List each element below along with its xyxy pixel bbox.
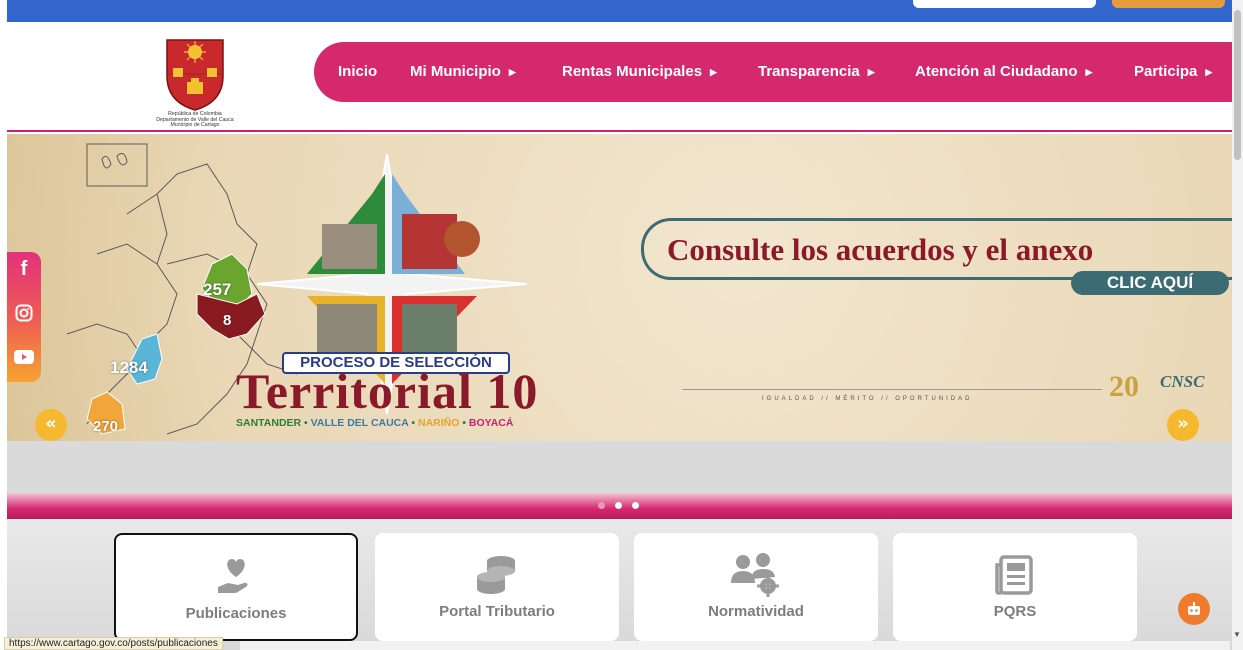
map-number: 270 [93,418,119,435]
newspaper-icon [995,555,1033,595]
nav-item-label: Rentas Municipales [562,63,703,80]
users-gear-icon [731,553,779,597]
department-separator: • [459,417,469,429]
department-name: BOYACÁ [468,417,514,429]
logo-caption-line: Municipio de Cartago [170,122,220,129]
department-name: NARIÑO [417,417,460,429]
scrollbar-thumb[interactable] [1234,10,1241,160]
card-label: Publicaciones [185,605,287,622]
nav-item-label: Mi Municipio [410,63,501,80]
card-label: Normatividad [708,603,804,620]
department-name: SANTANDER [236,417,302,429]
instagram-glyph [15,304,33,322]
topbar-button[interactable] [1112,0,1225,8]
youtube-icon[interactable] [7,340,41,374]
card-publicaciones[interactable]: Publicaciones [114,533,358,641]
facebook-icon[interactable]: f [7,252,41,286]
nav-item-transparencia[interactable]: Transparencia ▶ [758,42,875,102]
coins-icon [477,556,515,594]
map-number: 257 [203,280,232,299]
department-separator: • [408,417,418,429]
carousel-dot[interactable] [598,502,605,509]
cnsc-anniversary: 20 [1109,370,1139,403]
top-bar [7,0,1232,22]
heart-hand-icon [218,559,248,593]
caret-right-icon: ▶ [1085,67,1093,77]
status-bar-url: https://www.cartago.gov.co/posts/publica… [4,637,223,650]
lema-text: IGUALDAD // MÉRITO // OPORTUNIDAD [762,396,973,402]
caret-right-icon: ▶ [867,67,875,77]
nav-item-label: Inicio [338,63,378,80]
banner-spacer [7,441,1232,493]
carousel-dot[interactable] [632,502,639,509]
card-normatividad[interactable]: Normatividad [634,533,878,641]
banner-headline: Consulte los acuerdos y el anexo [667,232,1094,267]
department-name: VALLE DEL CAUCA [310,417,409,429]
horizontal-scrollbar[interactable] [240,641,1230,650]
carousel-next-button[interactable]: » [1167,409,1199,441]
header: República de Colombia Departamento de Va… [7,22,1232,132]
scroll-down-icon[interactable]: ▼ [1233,630,1241,639]
vertical-scrollbar[interactable]: ▼ [1232,0,1243,650]
facebook-glyph: f [20,257,28,280]
card-pqrs[interactable]: PQRS [893,533,1137,641]
nav-item-label: Atención al Ciudadano [915,63,1078,80]
municipality-logo[interactable]: República de Colombia Departamento de Va… [145,34,245,132]
lema-divider [682,389,1102,390]
nav-item-atencion-ciudadano[interactable]: Atención al Ciudadano ▶ [915,42,1092,102]
departments-list: SANTANDER • VALLE DEL CAUCA • NARIÑO • B… [236,417,513,429]
map-number: 8 [223,312,232,329]
main-nav: Inicio Mi Municipio ▶ Rentas Municipales ▶… [314,42,1232,102]
clic-aqui-button[interactable]: CLIC AQUÍ [1071,271,1229,295]
nav-item-rentas-municipales[interactable]: Rentas Municipales ▶ [562,42,717,102]
card-label: Portal Tributario [439,603,555,620]
card-label: PQRS [993,603,1037,620]
coat-of-arms-icon [166,39,224,111]
nav-item-label: Transparencia [758,63,860,80]
map-number: 1284 [110,358,148,377]
robot-icon [1188,602,1200,615]
caret-right-icon: ▶ [710,67,717,77]
department-separator: • [301,417,311,429]
hero-banner[interactable]: 257 8 1284 270 PROCESO DE SELECCIÓN Terr… [7,134,1232,441]
carousel-prev-button[interactable]: « [35,409,67,441]
chatbot-button[interactable] [1178,593,1210,625]
page: República de Colombia Departamento de Va… [0,0,1243,650]
nav-item-participa[interactable]: Participa ▶ [1134,42,1212,102]
territorial-title: Territorial 10 [236,363,539,419]
caret-right-icon: ▶ [1205,67,1213,77]
caret-right-icon: ▶ [508,67,516,77]
instagram-icon[interactable] [7,296,41,330]
social-sidebar: f [7,252,41,382]
topbar-search-field[interactable] [913,0,1096,8]
nav-item-inicio[interactable]: Inicio [338,42,377,102]
nav-item-label: Participa [1134,63,1198,80]
nav-item-mi-municipio[interactable]: Mi Municipio ▶ [410,42,516,102]
card-portal-tributario[interactable]: Portal Tributario [375,533,619,641]
youtube-glyph [14,350,34,364]
cnsc-logo: CNSC [1160,372,1205,391]
logo-caption: República de Colombia Departamento de Va… [145,111,245,129]
carousel-dot[interactable] [615,502,622,509]
